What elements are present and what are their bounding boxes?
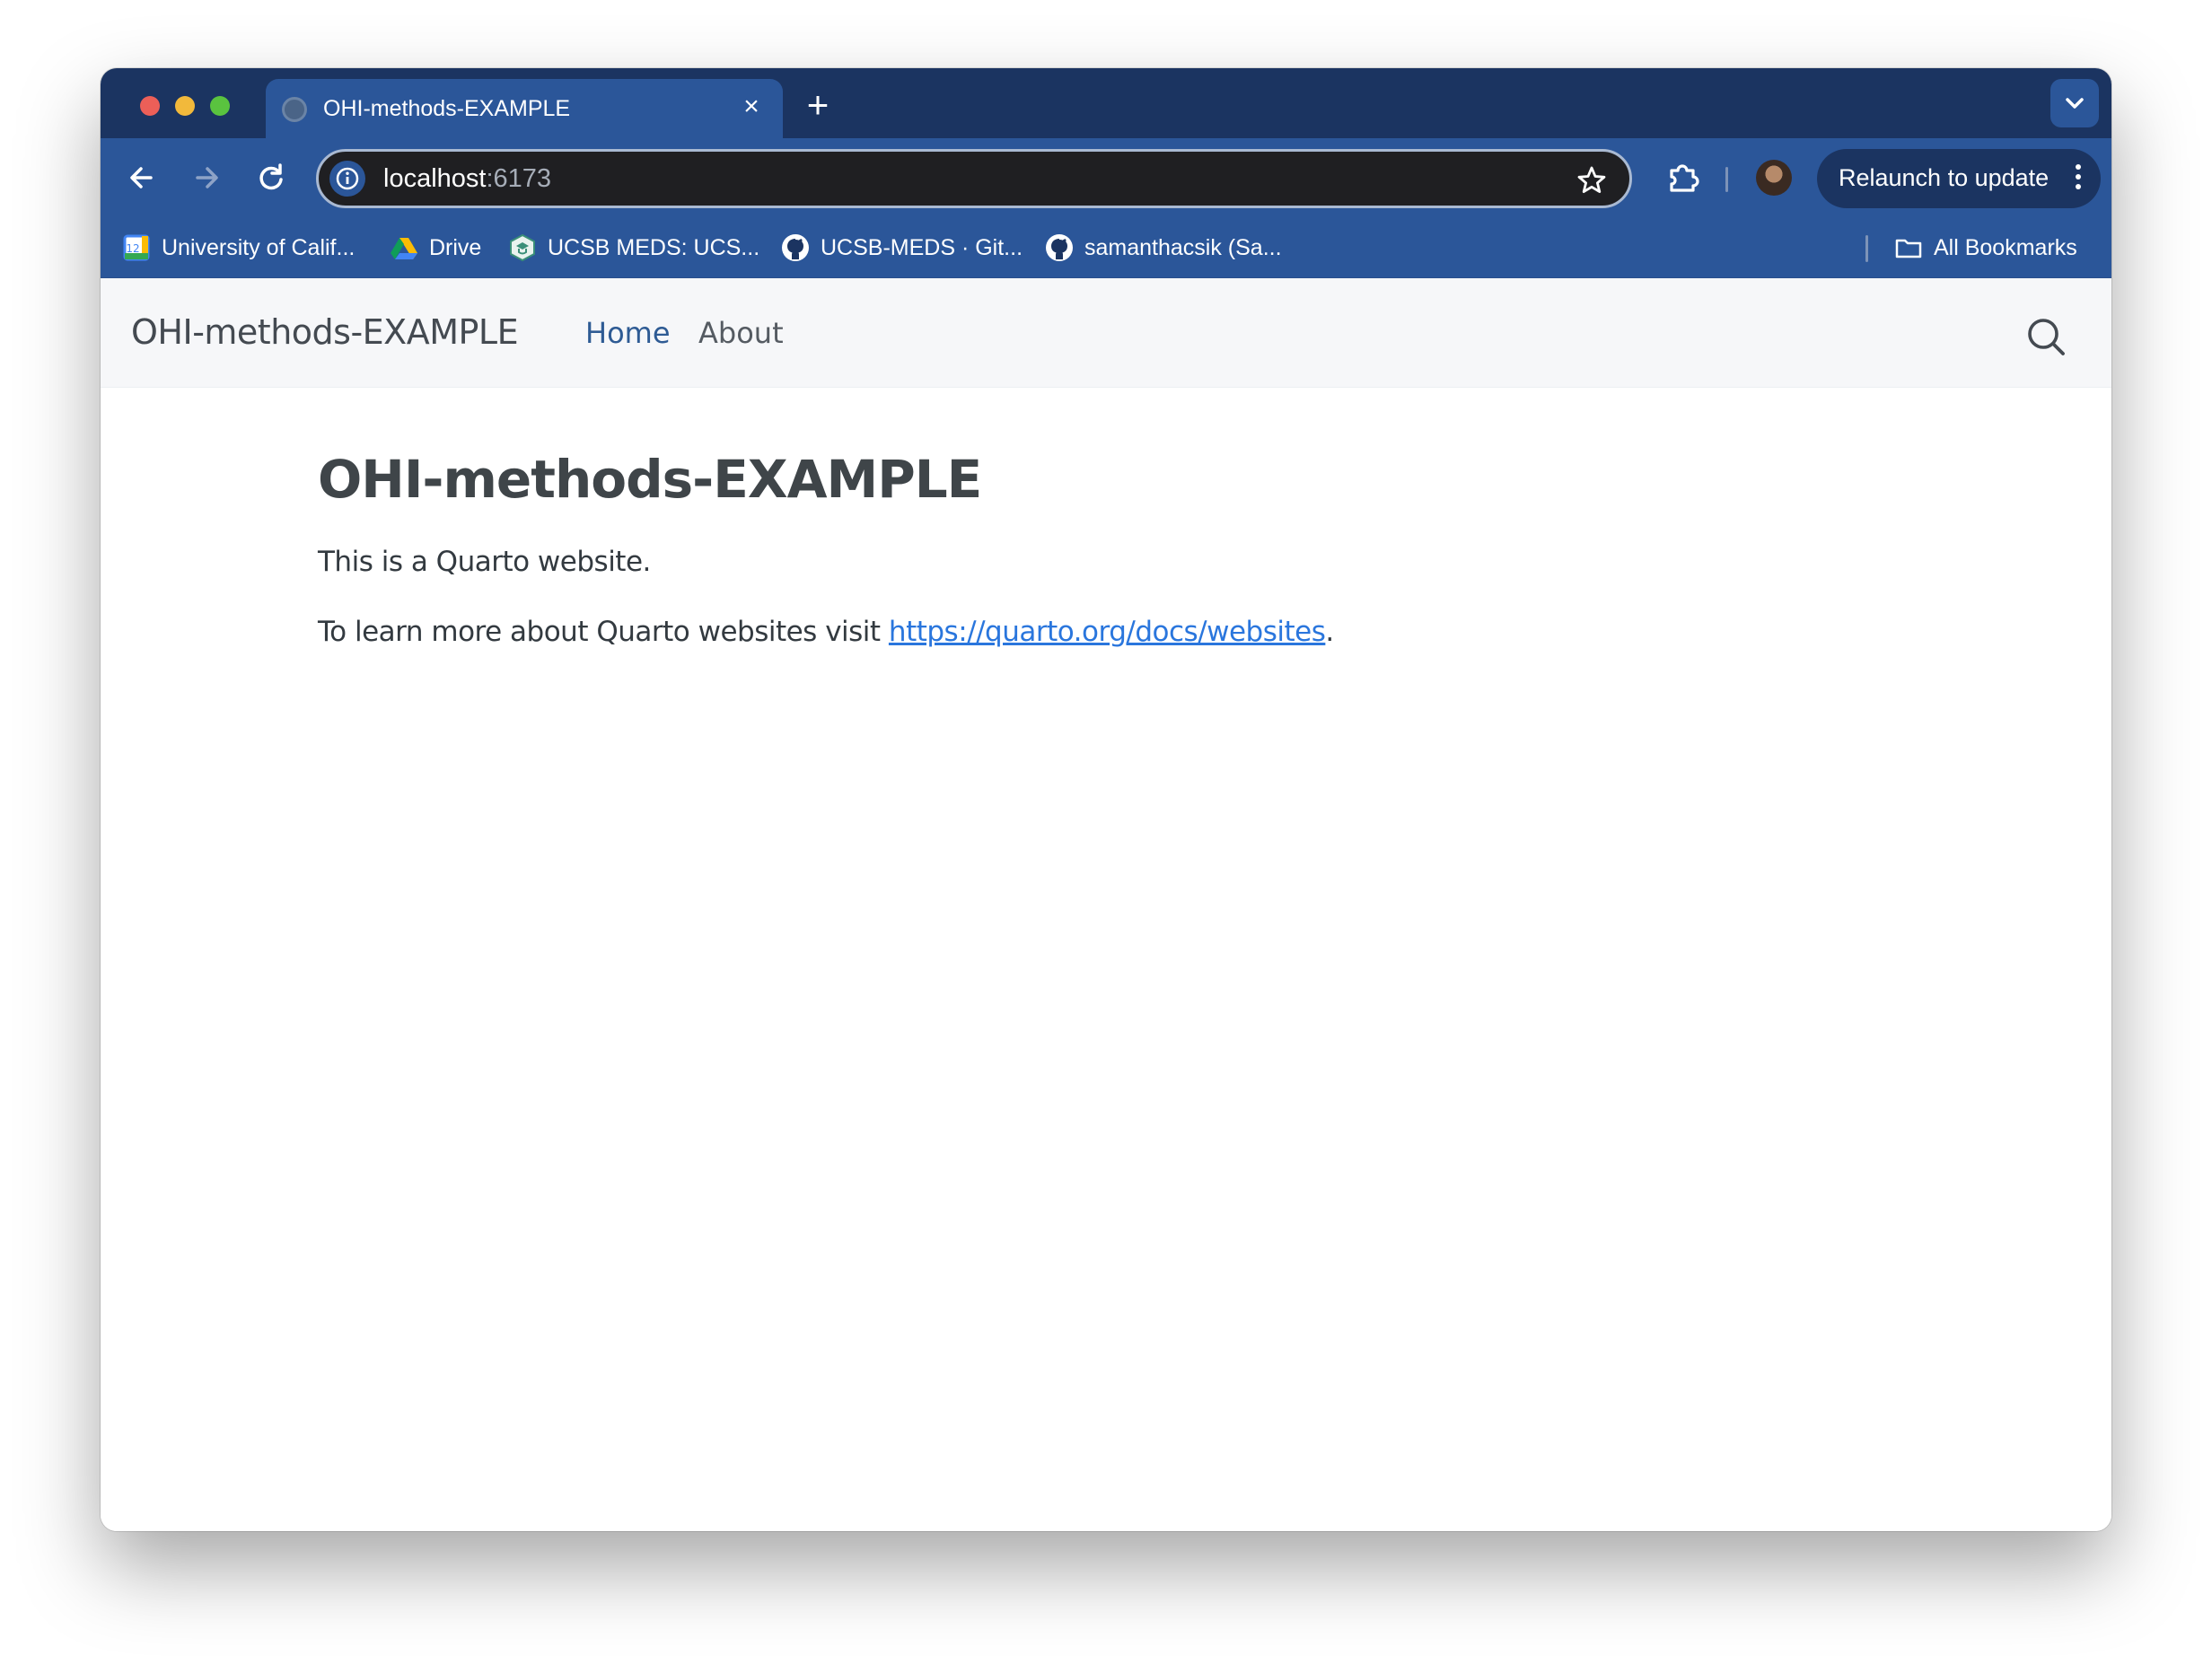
learn-more-text: To learn more about Quarto websites visi… [318, 616, 889, 648]
reload-icon [259, 163, 283, 190]
toolbar-divider [1725, 167, 1728, 192]
arrow-right-icon [196, 167, 218, 188]
globe-icon [282, 97, 307, 122]
chevron-down-icon [2066, 98, 2084, 109]
bookmark-item[interactable]: 12 University of Calif... [122, 232, 355, 264]
new-tab-button[interactable]: + [797, 86, 838, 127]
intro-paragraph: This is a Quarto website. [318, 546, 651, 578]
tab-search-button[interactable] [2050, 79, 2099, 127]
learn-more-paragraph: To learn more about Quarto websites visi… [318, 616, 1754, 648]
browser-toolbar: localhost:6173 Relaunch to update [101, 138, 2111, 217]
bookmark-item[interactable]: UCSB MEDS: UCS... [508, 232, 759, 264]
url-port: :6173 [486, 164, 552, 193]
bookmark-label: UCSB MEDS: UCS... [548, 234, 760, 260]
search-icon[interactable] [2023, 314, 2068, 359]
tab-title: OHI-methods-EXAMPLE [323, 96, 571, 121]
desktop-background: OHI-methods-EXAMPLE × + localhost:6173 R… [0, 0, 2212, 1664]
bookmark-item[interactable]: UCSB-MEDS · Git... [781, 232, 1023, 264]
google-drive-icon [391, 238, 417, 259]
all-bookmarks-label: All Bookmarks [1934, 234, 2077, 260]
site-brand-link[interactable]: OHI-methods-EXAMPLE [131, 312, 519, 352]
folder-icon [1895, 239, 1922, 258]
main-content: OHI-methods-EXAMPLE This is a Quarto web… [318, 449, 1754, 648]
address-bar[interactable]: localhost:6173 [316, 149, 1632, 208]
forward-button[interactable] [183, 154, 230, 201]
svg-text:12: 12 [126, 242, 139, 255]
nav-link-home[interactable]: Home [585, 316, 671, 350]
url-text[interactable]: localhost:6173 [383, 164, 551, 194]
site-info-icon[interactable] [329, 161, 365, 197]
all-bookmarks-button[interactable]: All Bookmarks [1894, 232, 2077, 264]
github-icon [782, 234, 809, 261]
minimize-window-button[interactable] [175, 96, 195, 116]
bookmark-label: UCSB-MEDS · Git... [821, 234, 1023, 260]
bookmark-star-icon[interactable] [1576, 164, 1608, 197]
back-button[interactable] [118, 154, 165, 201]
kebab-menu-icon[interactable] [2074, 164, 2083, 193]
web-page: OHI-methods-EXAMPLE Home About OHI-metho… [101, 278, 2111, 1531]
zoom-window-button[interactable] [210, 96, 230, 116]
tab-active[interactable]: OHI-methods-EXAMPLE × [266, 79, 783, 138]
profile-avatar[interactable] [1756, 160, 1792, 196]
bookmark-label: Drive [429, 234, 482, 260]
bookmark-item[interactable]: samanthacsik (Sa... [1045, 232, 1282, 264]
bookmarks-bar: 12 University of Calif... Drive UCSB MED… [101, 217, 2111, 278]
quarto-docs-link[interactable]: https://quarto.org/docs/websites [889, 616, 1326, 648]
period-text: . [1325, 616, 1334, 648]
close-window-button[interactable] [140, 96, 160, 116]
extensions-puzzle-icon[interactable] [1661, 156, 1704, 199]
bookmark-label: University of Calif... [162, 234, 356, 260]
relaunch-to-update-button[interactable]: Relaunch to update [1817, 149, 2101, 208]
calendar-icon: 12 [123, 234, 150, 261]
arrow-left-icon [130, 167, 153, 188]
meds-logo-icon [510, 233, 535, 262]
github-icon [1046, 234, 1073, 261]
browser-window: OHI-methods-EXAMPLE × + localhost:6173 R… [101, 68, 2111, 1531]
relaunch-label: Relaunch to update [1839, 164, 2050, 191]
close-tab-icon[interactable]: × [736, 92, 767, 122]
bookmark-label: samanthacsik (Sa... [1084, 234, 1282, 260]
nav-link-about[interactable]: About [698, 316, 784, 350]
bookmark-item[interactable]: Drive [390, 232, 481, 264]
site-navbar: OHI-methods-EXAMPLE Home About [101, 278, 2111, 388]
page-title: OHI-methods-EXAMPLE [318, 449, 982, 510]
url-host: localhost [383, 164, 487, 193]
tab-strip: OHI-methods-EXAMPLE × + [101, 68, 2111, 138]
bookmarks-divider [1865, 235, 1868, 262]
reload-button[interactable] [248, 154, 294, 201]
